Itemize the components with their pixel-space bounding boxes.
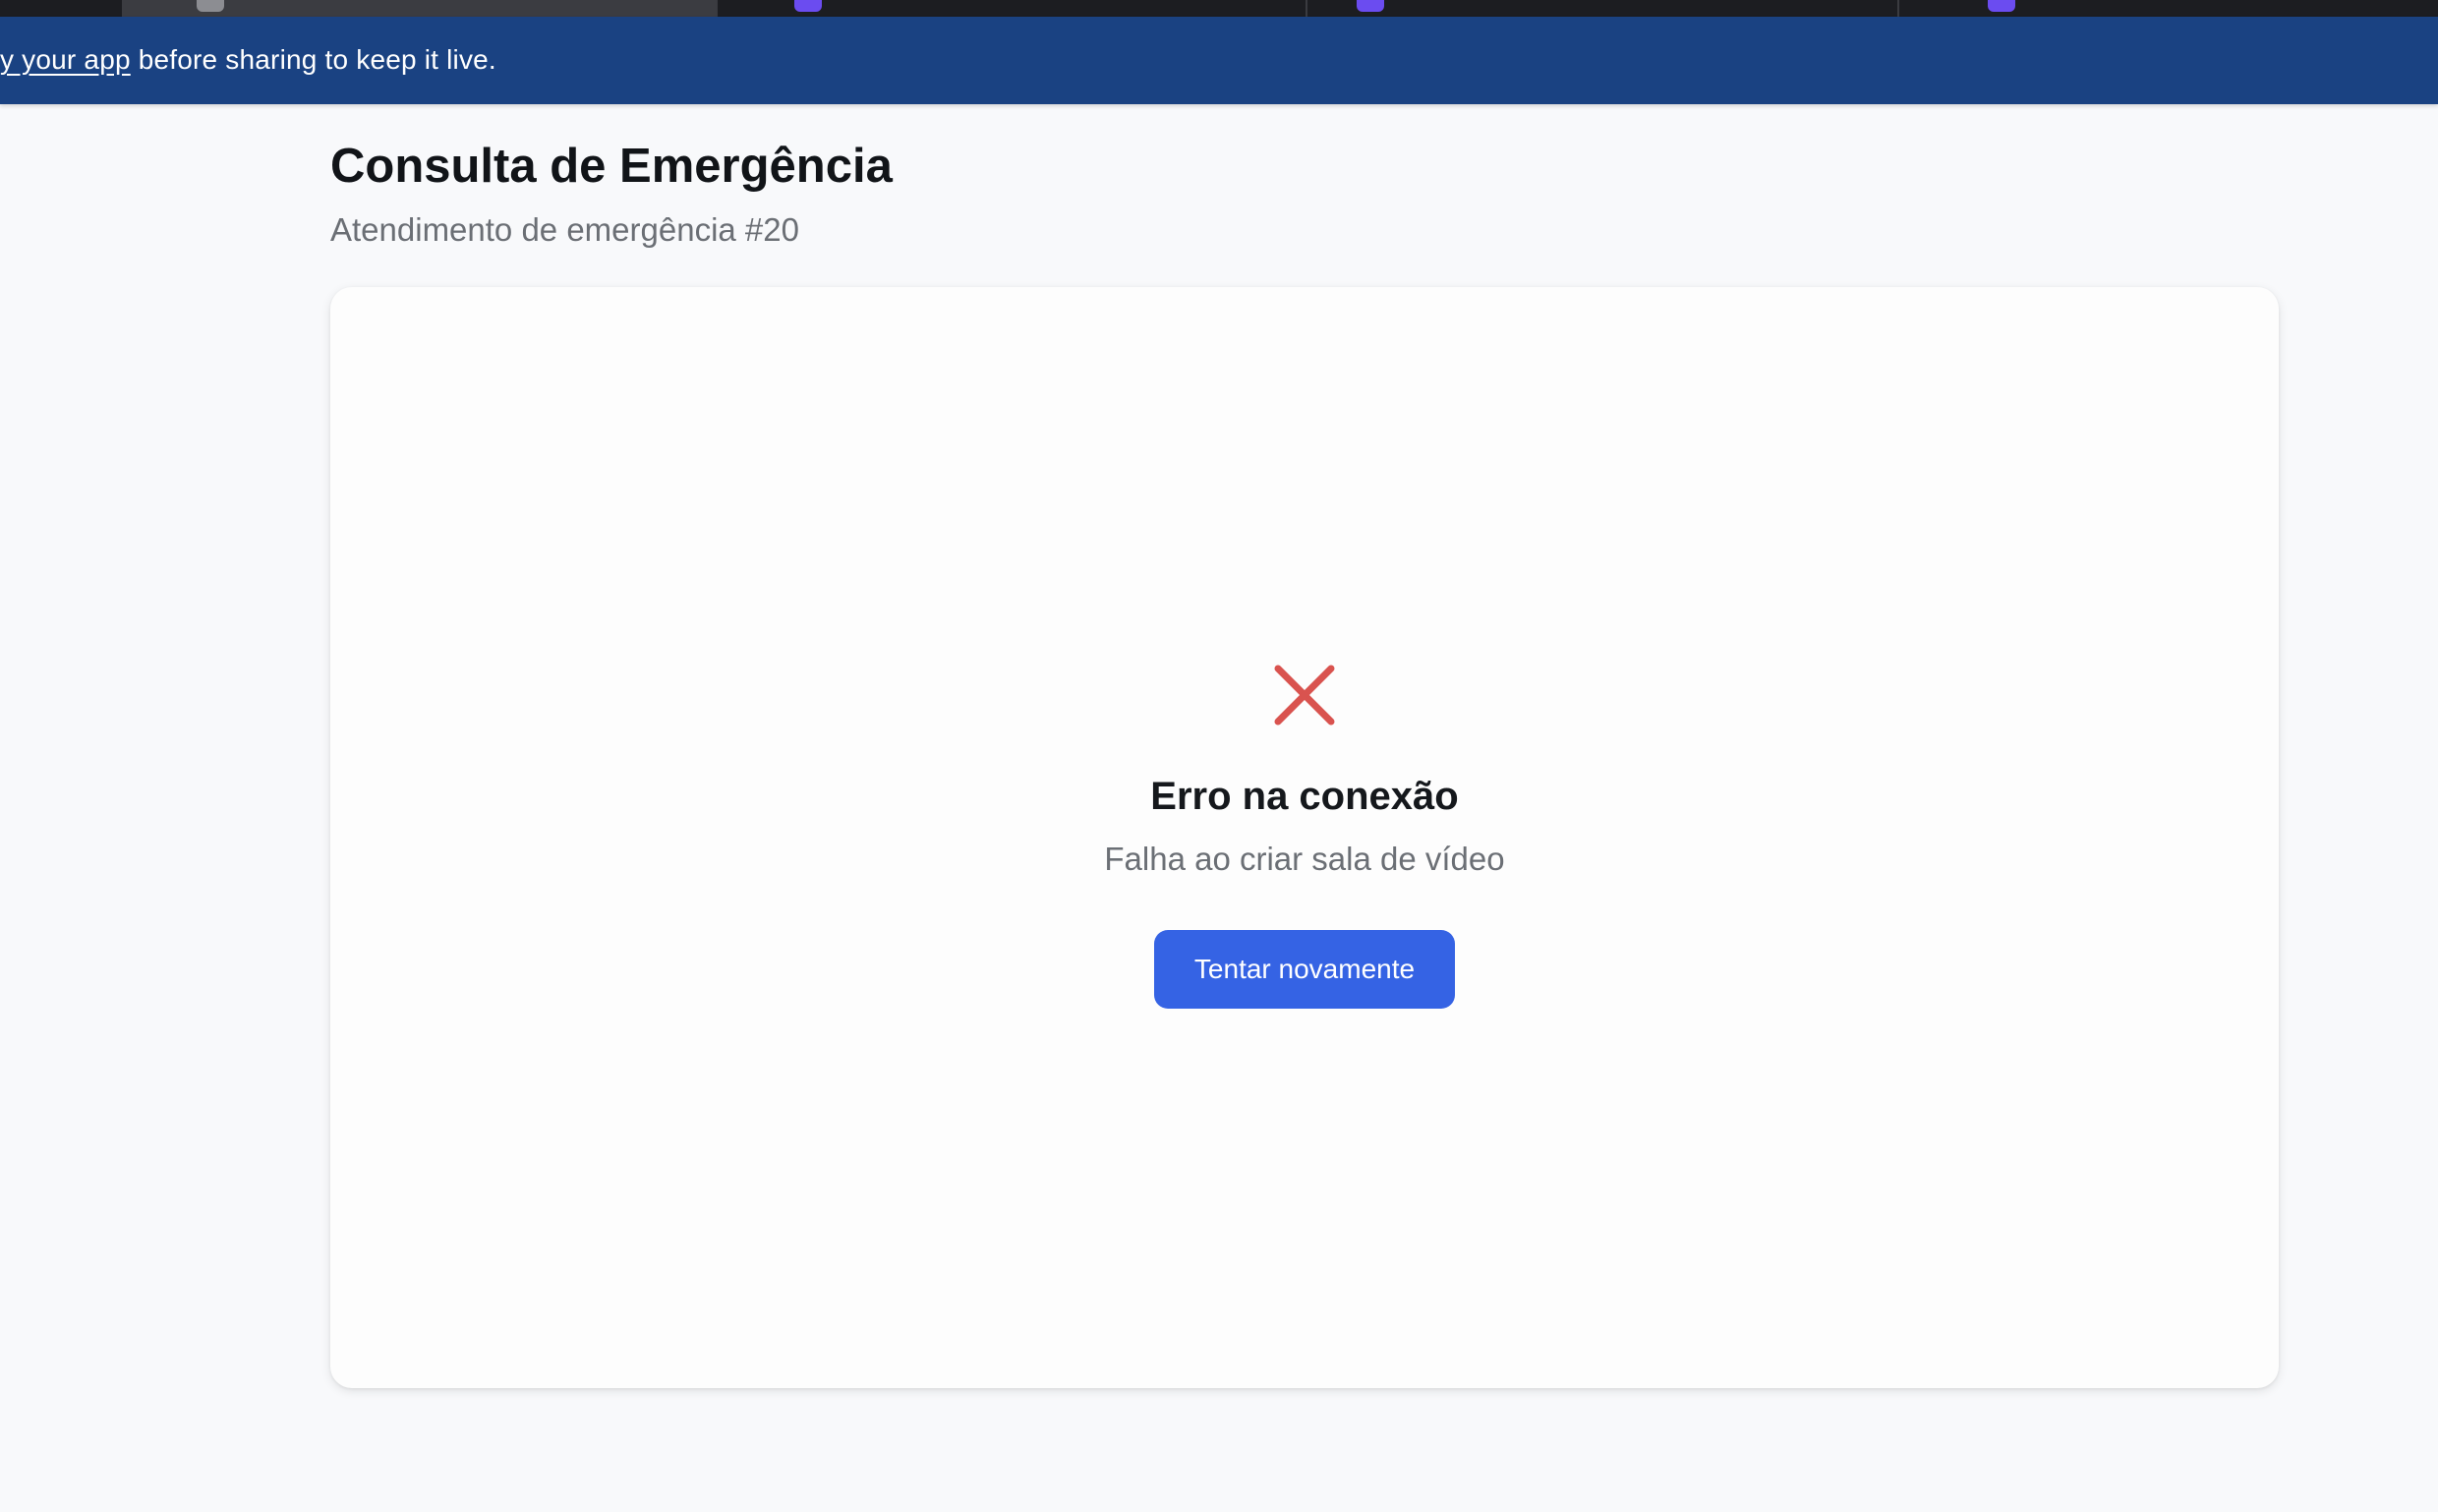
error-title: Erro na conexão: [1150, 775, 1459, 818]
video-call-card: Erro na conexão Falha ao criar sala de v…: [330, 287, 2279, 1388]
page-title: Consulta de Emergência: [330, 140, 893, 193]
browser-tab[interactable]: [1897, 0, 2438, 17]
banner-text: before sharing to keep it live.: [130, 44, 496, 75]
banner-message: y your app before sharing to keep it liv…: [0, 43, 496, 77]
browser-tab[interactable]: [1306, 0, 1899, 17]
deploy-banner: y your app before sharing to keep it liv…: [0, 17, 2438, 104]
close-x-icon: [1274, 665, 1335, 726]
browser-tab-active[interactable]: [122, 0, 716, 17]
browser-tab[interactable]: [716, 0, 1307, 17]
page-subtitle: Atendimento de emergência #20: [330, 211, 799, 248]
tab-favicon: [197, 0, 224, 12]
deploy-app-link[interactable]: y your app: [0, 44, 131, 75]
tab-favicon: [1988, 0, 2015, 12]
error-state: Erro na conexão Falha ao criar sala de v…: [330, 665, 2279, 1009]
browser-tab-strip: [0, 0, 2438, 17]
retry-button[interactable]: Tentar novamente: [1154, 930, 1455, 1009]
tab-favicon: [1357, 0, 1384, 12]
tab-favicon: [794, 0, 822, 12]
error-message: Falha ao criar sala de vídeo: [1104, 841, 1505, 877]
